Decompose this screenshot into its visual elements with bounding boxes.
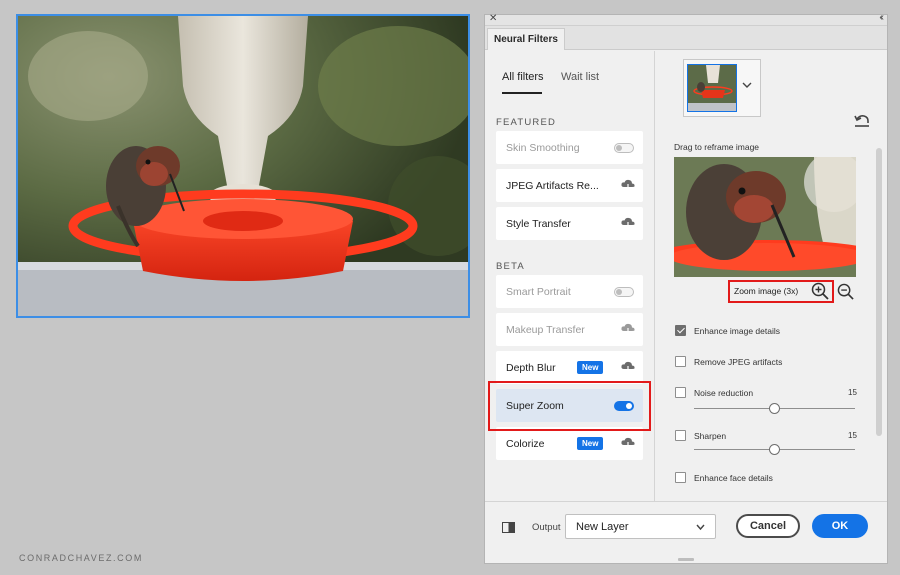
chevron-down-icon[interactable] — [742, 80, 752, 90]
section-beta: BETA — [496, 261, 525, 272]
cloud-download-icon[interactable] — [621, 179, 635, 191]
output-dropdown[interactable]: New Layer — [565, 514, 716, 539]
filter-label: Makeup Transfer — [506, 324, 585, 336]
filter-label: Style Transfer — [506, 218, 571, 230]
checkbox[interactable] — [675, 325, 686, 336]
callout-highlight-super-zoom — [488, 381, 651, 431]
document-canvas[interactable] — [16, 14, 470, 318]
option-label: Noise reduction — [694, 388, 754, 398]
filter-label: JPEG Artifacts Re... — [506, 180, 599, 192]
checkbox[interactable] — [675, 387, 686, 398]
filters-list-column: All filters Wait list FEATURED Skin Smoo… — [485, 51, 655, 501]
neural-filters-panel: ✕ ‹‹ Neural Filters All filters Wait lis… — [484, 12, 888, 564]
filter-label: Depth Blur — [506, 362, 556, 374]
zoom-preview-image[interactable] — [674, 157, 856, 277]
output-value: New Layer — [576, 521, 629, 533]
active-tab-underline — [502, 92, 542, 94]
reframe-label: Drag to reframe image — [674, 142, 760, 152]
filter-jpeg-artifacts[interactable]: JPEG Artifacts Re... — [496, 169, 643, 202]
filter-label: Smart Portrait — [506, 286, 571, 298]
tab-all-filters[interactable]: All filters — [502, 71, 544, 83]
option-label: Enhance image details — [694, 326, 781, 336]
checkbox[interactable] — [675, 356, 686, 367]
tab-neural-filters[interactable]: Neural Filters — [487, 28, 565, 50]
noise-reduction-slider-thumb[interactable] — [769, 403, 780, 414]
preview-thumbnail-selector[interactable] — [683, 59, 761, 117]
resize-grip[interactable] — [678, 558, 694, 561]
watermark: CONRADCHAVEZ.COM — [19, 553, 143, 563]
chevron-down-icon — [696, 524, 705, 531]
new-badge: New — [577, 361, 604, 374]
filter-smart-portrait[interactable]: Smart Portrait — [496, 275, 643, 308]
filter-label: Skin Smoothing — [506, 142, 580, 154]
sharpen-slider-thumb[interactable] — [769, 444, 780, 455]
checkbox[interactable] — [675, 472, 686, 483]
filter-style-transfer[interactable]: Style Transfer — [496, 207, 643, 240]
sharpen-value: 15 — [848, 431, 857, 440]
compare-icon[interactable] — [502, 522, 515, 533]
callout-highlight-zoom — [728, 280, 834, 303]
cloud-download-icon[interactable] — [621, 323, 635, 335]
filter-toggle[interactable] — [614, 287, 634, 297]
panel-tab-bar: Neural Filters — [485, 26, 887, 50]
new-badge: New — [577, 437, 604, 450]
option-label: Sharpen — [694, 431, 727, 441]
panel-title-bar: ✕ ‹‹ — [485, 12, 887, 26]
panel-footer: Output New Layer Cancel OK — [485, 501, 887, 563]
checkbox[interactable] — [675, 430, 686, 441]
filter-settings-column: Drag to reframe image Zoom image (3x) En… — [655, 51, 887, 501]
hummingbird-photo — [18, 16, 468, 316]
filter-label: Colorize — [506, 438, 545, 450]
filter-depth-blur[interactable]: Depth Blur New — [496, 351, 643, 384]
zoom-out-icon[interactable] — [837, 283, 854, 300]
tab-wait-list[interactable]: Wait list — [561, 71, 599, 83]
filter-makeup-transfer[interactable]: Makeup Transfer — [496, 313, 643, 346]
close-icon[interactable]: ✕ — [489, 13, 497, 24]
thumbnail-image — [687, 64, 737, 112]
filter-skin-smoothing[interactable]: Skin Smoothing — [496, 131, 643, 164]
cancel-button[interactable]: Cancel — [736, 514, 800, 538]
reset-icon[interactable] — [854, 114, 870, 128]
cloud-download-icon[interactable] — [621, 217, 635, 229]
collapse-icon[interactable]: ‹‹ — [879, 12, 883, 23]
option-label: Enhance face details — [694, 473, 773, 483]
output-label: Output — [532, 522, 561, 533]
ok-button[interactable]: OK — [812, 514, 868, 538]
section-featured: FEATURED — [496, 117, 557, 128]
cloud-download-icon[interactable] — [621, 361, 635, 373]
cloud-download-icon[interactable] — [621, 437, 635, 449]
filter-colorize[interactable]: Colorize New — [496, 427, 643, 460]
filter-toggle[interactable] — [614, 143, 634, 153]
settings-scrollbar[interactable] — [876, 148, 882, 436]
noise-reduction-value: 15 — [848, 388, 857, 397]
option-label: Remove JPEG artifacts — [694, 357, 783, 367]
